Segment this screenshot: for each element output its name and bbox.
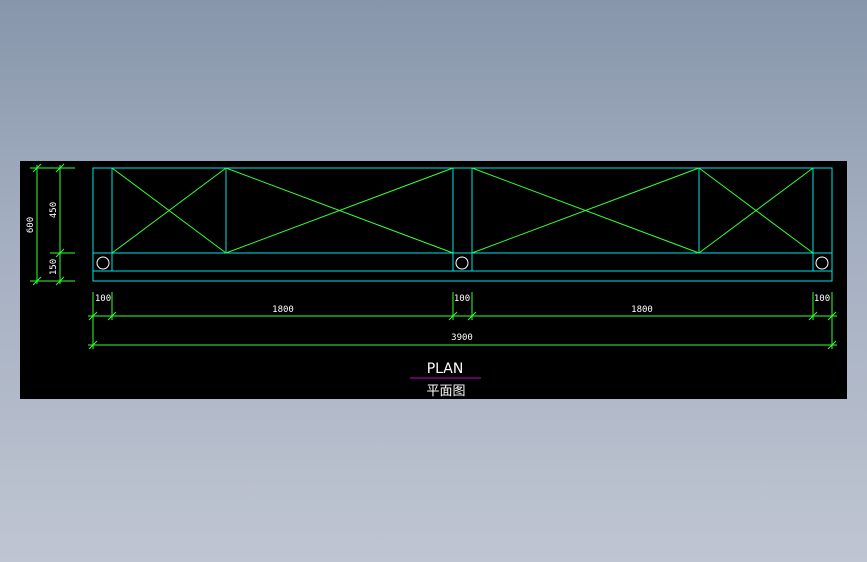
dim-label-span-left: 1800 [272, 305, 294, 315]
dim-label-span-right: 1800 [631, 305, 653, 315]
dim-label-450: 450 [49, 202, 59, 218]
cad-viewport[interactable]: 600 450 150 100 1800 100 1800 100 3900 P… [0, 0, 867, 562]
dim-label-overall: 3900 [451, 333, 473, 343]
dim-label-post-left: 100 [95, 294, 111, 304]
dim-label-600: 600 [26, 217, 36, 233]
drawing-title: PLAN [427, 361, 464, 377]
dim-label-150: 150 [49, 259, 59, 275]
dim-label-post-right: 100 [814, 294, 830, 304]
dim-label-post-mid: 100 [454, 294, 470, 304]
drawing-subtitle: 平面图 [426, 384, 465, 399]
